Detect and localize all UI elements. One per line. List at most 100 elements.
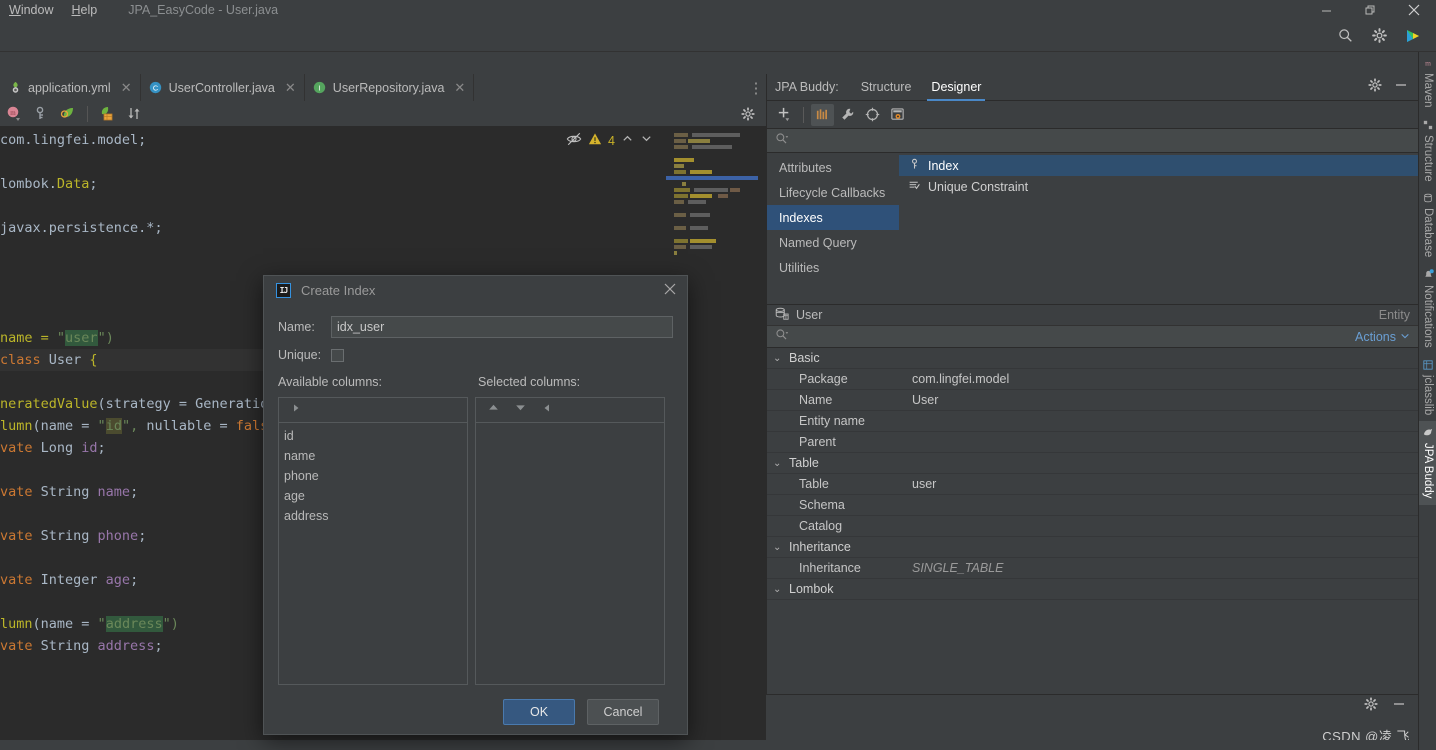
move-down-icon[interactable]: [514, 401, 527, 419]
entity-search-field[interactable]: Actions: [767, 326, 1418, 348]
hide-inspections-icon[interactable]: [566, 131, 582, 152]
entity-property-table: ⌄ Basic Package com.lingfei.model Name User En…: [767, 348, 1418, 600]
search-icon[interactable]: [1336, 27, 1354, 45]
close-icon[interactable]: ✕: [121, 80, 132, 96]
menu-help[interactable]: Help: [62, 0, 106, 20]
add-icon[interactable]: [773, 104, 796, 126]
property-value[interactable]: User: [912, 393, 938, 407]
code-token: vate: [0, 528, 41, 544]
property-group-header[interactable]: ⌄ Inheritance: [767, 537, 1418, 558]
property-value[interactable]: SINGLE_TABLE: [912, 561, 1003, 575]
tab-overflow-icon[interactable]: ⋮: [746, 74, 766, 101]
chevron-up-icon[interactable]: [621, 132, 634, 150]
editor-tab-userrepository[interactable]: I UserRepository.java ✕: [305, 74, 475, 101]
list-item[interactable]: address: [279, 506, 467, 526]
ok-button[interactable]: OK: [503, 699, 575, 725]
list-item[interactable]: id: [279, 426, 467, 446]
gear-icon[interactable]: [736, 103, 760, 125]
property-row[interactable]: Package com.lingfei.model: [767, 369, 1418, 390]
list-item[interactable]: age: [279, 486, 467, 506]
wrench-icon[interactable]: [836, 104, 859, 126]
property-row[interactable]: Schema: [767, 495, 1418, 516]
category-named-query[interactable]: Named Query: [767, 230, 899, 255]
chevron-down-icon: [1400, 330, 1410, 344]
editor-tab-application-yml[interactable]: application.yml ✕: [0, 74, 141, 101]
tab-designer[interactable]: Designer: [921, 74, 991, 101]
property-group-header[interactable]: ⌄ Table: [767, 453, 1418, 474]
index-name-input[interactable]: idx_user: [331, 316, 673, 338]
code-token: User: [48, 352, 90, 368]
tool-tab-maven[interactable]: m Maven: [1419, 52, 1436, 114]
move-left-icon[interactable]: [541, 401, 553, 419]
create-index-dialog: IJ Create Index Name: idx_user Unique: A…: [263, 275, 688, 735]
cancel-button[interactable]: Cancel: [587, 699, 659, 725]
gear-icon[interactable]: [1364, 697, 1378, 716]
columns-icon[interactable]: [811, 103, 834, 126]
hide-panel-icon[interactable]: [1392, 697, 1406, 716]
maven-m-icon[interactable]: m: [2, 103, 26, 125]
jpa-search-field[interactable]: [767, 129, 1418, 153]
tool-tab-database[interactable]: Database: [1419, 187, 1436, 263]
property-group-header[interactable]: ⌄ Lombok: [767, 579, 1418, 600]
jpa-item-list: Index Unique Constraint: [899, 153, 1418, 304]
chevron-down-icon: ⌄: [773, 583, 782, 595]
property-value[interactable]: user: [912, 477, 936, 491]
close-icon[interactable]: [661, 282, 679, 299]
menu-window[interactable]: Window: [0, 0, 62, 20]
close-icon[interactable]: ✕: [285, 80, 296, 96]
move-up-icon[interactable]: [487, 401, 500, 419]
tool-tab-structure[interactable]: Structure: [1419, 114, 1436, 188]
available-columns-listbox[interactable]: id name phone age address: [278, 397, 468, 685]
jpa-designer-body: Attributes Lifecycle Callbacks Indexes N…: [767, 153, 1418, 304]
key-icon[interactable]: [29, 103, 53, 125]
category-indexes[interactable]: Indexes: [767, 205, 899, 230]
maximize-button[interactable]: [1348, 0, 1392, 20]
warning-count: 4: [608, 134, 615, 148]
property-row[interactable]: Parent: [767, 432, 1418, 453]
list-item[interactable]: name: [279, 446, 467, 466]
property-row[interactable]: Inheritance SINGLE_TABLE: [767, 558, 1418, 579]
gear-icon[interactable]: [1368, 77, 1382, 97]
target-icon[interactable]: [861, 104, 884, 126]
move-right-icon[interactable]: [290, 401, 302, 419]
selected-columns-listbox[interactable]: [475, 397, 665, 685]
property-row[interactable]: Entity name: [767, 411, 1418, 432]
tool-tab-jpa-buddy[interactable]: JPA Buddy: [1419, 421, 1436, 505]
db-inspect-icon[interactable]: [886, 104, 909, 126]
window-title: JPA_EasyCode - User.java: [128, 3, 279, 17]
title-bar: Window Help JPA_EasyCode - User.java: [0, 0, 1436, 20]
close-button[interactable]: [1392, 0, 1436, 20]
gear-icon[interactable]: [1370, 27, 1388, 45]
close-icon[interactable]: ✕: [454, 80, 465, 96]
editor-tab-usercontroller[interactable]: C UserController.java ✕: [141, 74, 305, 101]
category-attributes[interactable]: Attributes: [767, 155, 899, 180]
actions-dropdown[interactable]: Actions: [1355, 330, 1410, 344]
tool-tab-notifications[interactable]: Notifications: [1419, 263, 1436, 354]
tab-structure[interactable]: Structure: [851, 74, 922, 101]
chevron-down-icon[interactable]: [640, 132, 653, 150]
property-value[interactable]: com.lingfei.model: [912, 372, 1009, 386]
spring-leaf-icon[interactable]: [56, 103, 80, 125]
list-item-unique-constraint[interactable]: Unique Constraint: [899, 176, 1418, 197]
category-utilities[interactable]: Utilities: [767, 255, 899, 280]
available-columns-toolbar: [279, 398, 467, 423]
list-item-index[interactable]: Index: [899, 155, 1418, 176]
structure-icon: [1423, 120, 1433, 130]
sort-icon[interactable]: [122, 103, 146, 125]
property-group-header[interactable]: ⌄ Basic: [767, 348, 1418, 369]
minimize-button[interactable]: [1304, 0, 1348, 20]
tool-tab-jclasslib[interactable]: jclasslib: [1419, 354, 1436, 421]
minimize-panel-icon[interactable]: [1394, 78, 1408, 97]
list-item[interactable]: phone: [279, 466, 467, 486]
property-row[interactable]: Table user: [767, 474, 1418, 495]
category-lifecycle-callbacks[interactable]: Lifecycle Callbacks: [767, 180, 899, 205]
warning-triangle-icon[interactable]: [588, 132, 602, 151]
database-table-icon[interactable]: [95, 103, 119, 125]
tool-tab-label: Maven: [1422, 73, 1434, 108]
jpa-buddy-header: JPA Buddy: Structure Designer: [767, 74, 1418, 101]
unique-constraint-icon: [908, 179, 921, 195]
property-row[interactable]: Name User: [767, 390, 1418, 411]
play-icon[interactable]: [1404, 27, 1422, 45]
property-row[interactable]: Catalog: [767, 516, 1418, 537]
unique-checkbox[interactable]: [331, 348, 344, 362]
